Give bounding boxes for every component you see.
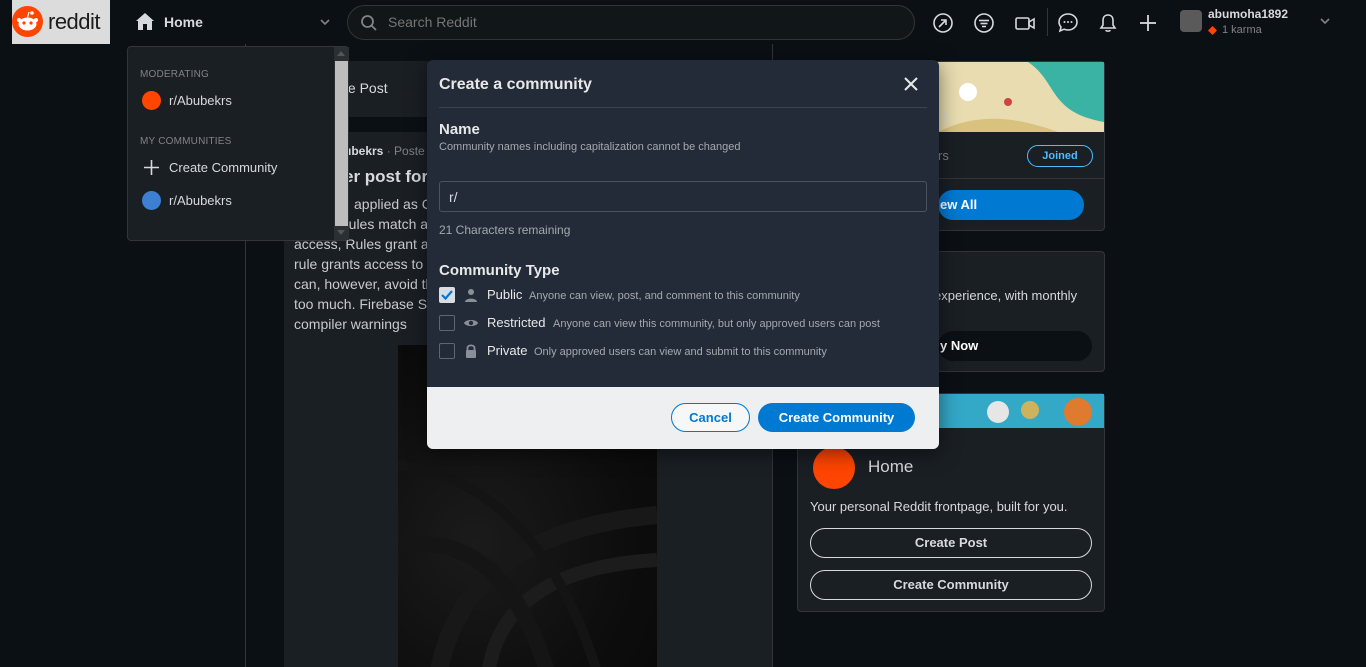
dropdown-item-community[interactable]: r/Abubekrs [140,190,330,212]
post-title[interactable]: er post for [344,167,428,187]
popular-icon[interactable] [932,12,954,34]
community-avatar-icon [142,91,161,110]
community-avatar-icon [142,191,161,210]
modal-footer: Cancel Create Community [427,387,939,449]
premium-description: experience, with monthly [934,288,1078,303]
chat-icon[interactable] [1057,12,1079,34]
create-community-label: Create Community [169,160,278,175]
community-name-input[interactable] [464,187,914,207]
search-bar[interactable] [347,5,915,40]
home-card-description: Your personal Reddit frontpage, built fo… [810,499,1068,514]
community-type-heading: Community Type [439,262,560,279]
lock-icon [466,344,476,358]
public-checkbox[interactable] [439,287,455,303]
create-post-input[interactable]: te Post [344,80,388,96]
home-icon [136,13,154,30]
home-snoo-icon [810,444,858,492]
community-name-field[interactable]: r/ [439,181,927,212]
top-header: reddit Home Search Reddit abumoha1892 1 … [0,0,1366,44]
search-input[interactable] [388,14,888,30]
post-author[interactable]: ubekrs [344,144,383,158]
my-communities-heading: MY COMMUNITIES [140,136,232,147]
community-dropdown: MODERATING r/Abubekrs MY COMMUNITIES Cre… [127,46,349,241]
type-option-restricted[interactable]: Restricted Anyone can view this communit… [439,315,929,335]
home-label: Home [164,14,203,30]
search-icon [361,15,377,31]
chevron-down-icon [320,19,330,26]
modal-divider [439,107,927,108]
user-icon [465,289,477,302]
type-name: Public [487,287,523,302]
reddit-logo[interactable]: reddit [12,0,110,44]
type-option-public[interactable]: Public Anyone can view, post, and commen… [439,287,929,307]
dropdown-item-moderated-community[interactable]: r/Abubekrs [140,90,330,112]
user-menu[interactable]: abumoha1892 1 karma [1180,6,1340,40]
create-community-modal: Create a community Name Community names … [427,60,939,449]
type-description: Only approved users can view and submit … [534,346,827,358]
type-name: Restricted [487,315,546,330]
modal-title: Create a community [439,76,592,93]
name-prefix: r/ [449,189,458,205]
scroll-down-arrow-icon[interactable] [337,230,345,235]
close-icon[interactable] [901,74,921,94]
name-label: Name [439,121,480,138]
post-meta-text: · Poste [386,144,425,158]
try-now-button[interactable]: y Now [938,331,1092,361]
create-community-button[interactable]: Create Community [810,570,1092,600]
home-card-title: Home [868,457,914,476]
private-checkbox[interactable] [439,343,455,359]
characters-remaining: 21 Characters remaining [439,223,571,237]
view-all-button[interactable]: ew All [938,190,1084,220]
snoo-icon [12,6,43,37]
community-label: r/Abubekrs [169,193,232,208]
member-count-partial: rs [938,148,949,163]
plus-icon[interactable] [1137,12,1159,34]
community-name-partial: rs [938,108,949,123]
avatar [1180,10,1202,32]
post-meta: ubekrs · Poste [344,144,425,158]
create-post-button[interactable]: Create Post [810,528,1092,558]
dropdown-item-create-community[interactable]: Create Community [140,157,330,179]
type-description: Anyone can view this community, but only… [553,318,880,330]
bell-icon[interactable] [1097,12,1119,34]
home-dropdown-toggle[interactable]: Home [134,10,334,36]
chevron-down-icon [1320,18,1330,25]
logo-wordmark: reddit [48,9,101,34]
restricted-checkbox[interactable] [439,315,455,331]
scrollbar-thumb[interactable] [335,61,348,226]
joined-button[interactable]: Joined [1027,145,1093,167]
username: abumoha1892 [1208,7,1289,21]
dropdown-scrollbar[interactable] [334,47,349,240]
all-feed-icon[interactable] [973,12,995,34]
moderating-heading: MODERATING [140,69,210,80]
plus-icon [144,160,159,175]
cancel-button[interactable]: Cancel [671,403,750,432]
create-community-submit-button[interactable]: Create Community [758,403,915,432]
type-description: Anyone can view, post, and comment to th… [529,290,800,302]
header-divider [1047,8,1048,36]
scroll-up-arrow-icon[interactable] [337,51,345,56]
community-label: r/Abubekrs [169,93,232,108]
type-option-private[interactable]: Private Only approved users can view and… [439,343,929,363]
karma-icon [1208,26,1217,35]
check-icon [441,290,453,301]
eye-icon [464,320,478,326]
karma-count: 1 karma [1222,24,1262,36]
video-icon[interactable] [1014,12,1036,34]
type-name: Private [487,343,528,358]
name-hint: Community names including capitalization… [439,141,741,153]
